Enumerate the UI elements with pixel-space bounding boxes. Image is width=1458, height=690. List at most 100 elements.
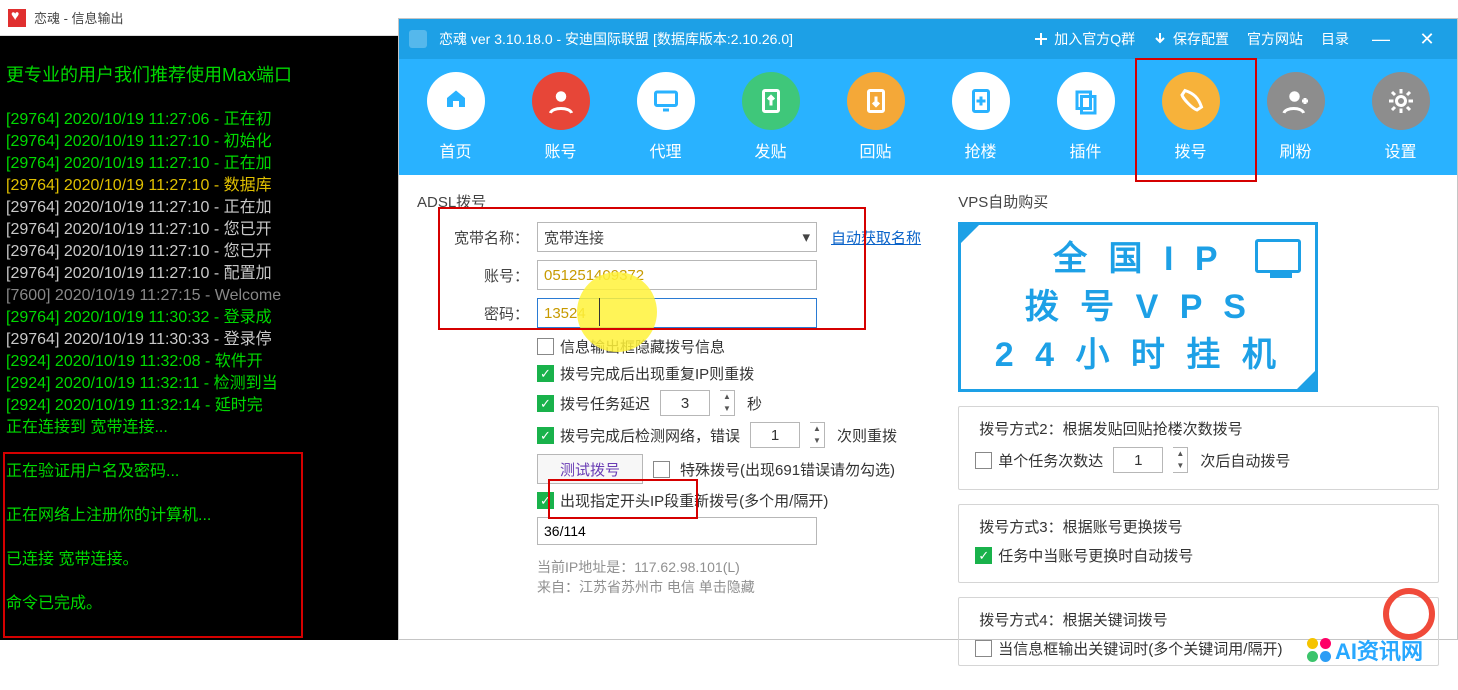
toolbar-gear[interactable]: 设置 [1351,72,1451,162]
auto-get-name-link[interactable]: 自动获取名称 [831,227,921,248]
checkbox-delay[interactable] [537,395,554,412]
vps-pane: VPS自助购买 全 国 I P 拨 号 V P S 2 4 小 时 挂 机 拨号… [958,185,1439,680]
toolbar-label: 插件 [1069,138,1101,162]
gear-icon [1372,72,1430,130]
adsl-section-title: ADSL拨号 [417,191,948,212]
checkbox-method3[interactable] [975,547,992,564]
phone-icon [1162,72,1220,130]
menu-join-qgroup[interactable]: 加入官方Q群 [1028,29,1141,49]
current-ip: 当前IP地址是：117.62.98.101(L) [537,557,948,577]
row-repeat-ip: 拨号完成后出现重复IP则重拨 [537,363,948,384]
toolbar-upload[interactable]: 发贴 [721,72,821,162]
menubar: 恋魂 ver 3.10.18.0 - 安迪国际联盟 [数据库版本:2.10.26… [399,19,1457,59]
row-ipseg: 出现指定开头IP段重新拨号(多个用/隔开) [537,490,948,511]
toolbar-label: 拨号 [1174,138,1206,162]
adsl-pane: ADSL拨号 宽带名称： 宽带连接 ▾ 自动获取名称 账号： 密码： [417,185,948,680]
checkbox-method4[interactable] [975,640,992,657]
text-caret-icon [599,298,600,326]
toolbar-phone[interactable]: 拨号 [1141,72,1241,162]
row-password: 密码： [417,298,948,328]
console-headline: 更专业的用户我们推荐使用Max端口 [6,65,292,85]
console-window: 恋魂 - 信息输出 更专业的用户我们推荐使用Max端口 [29764] 2020… [0,0,398,640]
vps-banner[interactable]: 全 国 I P 拨 号 V P S 2 4 小 时 挂 机 [958,222,1318,392]
user-add-icon [1267,72,1325,130]
row-account: 账号： [417,260,948,290]
red-ring-annotation [1383,588,1435,640]
method2-spinner[interactable]: ▲▼ [1173,447,1188,473]
toolbar-label: 抢楼 [964,138,996,162]
password-label: 密码： [417,303,537,324]
dial-method-2-group: 拨号方式2：根据发贴回贴抢楼次数拨号 单个任务次数达 1▲▼ 次后自动拨号 [958,406,1439,490]
vps-section-title: VPS自助购买 [958,191,1439,212]
dial-method-4-title: 拨号方式4：根据关键词拨号 [975,609,1171,630]
checkbox-ipseg[interactable] [537,492,554,509]
ip-meta: 当前IP地址是：117.62.98.101(L) 来自：江苏省苏州市 电信 单击… [537,557,948,597]
home-icon [427,72,485,130]
test-dial-button[interactable]: 测试拨号 [537,454,643,484]
copy-icon [1057,72,1115,130]
checkbox-repeat-ip[interactable] [537,365,554,382]
minimize-button[interactable]: — [1361,29,1401,50]
console-body: 更专业的用户我们推荐使用Max端口 [29764] 2020/10/19 11:… [0,36,398,623]
row-broadband-name: 宽带名称： 宽带连接 ▾ 自动获取名称 [417,222,948,252]
menu-save-config[interactable]: 保存配置 [1147,29,1235,49]
upload-icon [742,72,800,130]
toolbar-label: 设置 [1384,138,1416,162]
toolbar-label: 代理 [649,138,681,162]
heart-icon [8,9,26,27]
ip-from[interactable]: 来自：江苏省苏州市 电信 单击隐藏 [537,577,948,597]
console-titlebar: 恋魂 - 信息输出 [0,0,398,36]
checkbox-hide-info[interactable] [537,338,554,355]
console-title: 恋魂 - 信息输出 [34,8,124,27]
method2-value[interactable]: 1 [1113,447,1163,473]
chevron-down-icon: ▾ [802,228,810,246]
row-ipseg-input [537,517,948,545]
toolbar-label: 回贴 [859,138,891,162]
dial-method-3-title: 拨号方式3：根据账号更换拨号 [975,516,1186,537]
menu-official-site[interactable]: 官方网站 [1241,29,1309,49]
ipseg-input[interactable] [537,517,817,545]
toolbar-plus-doc[interactable]: 抢楼 [931,72,1031,162]
toolbar-user[interactable]: 账号 [511,72,611,162]
delay-spinner[interactable]: ▲▼ [720,390,735,416]
toolbar-copy[interactable]: 插件 [1036,72,1136,162]
delay-value[interactable]: 3 [660,390,710,416]
toolbar-user-add[interactable]: 刷粉 [1246,72,1346,162]
toolbar-home[interactable]: 首页 [406,72,506,162]
broadband-name-combo[interactable]: 宽带连接 ▾ [537,222,817,252]
toolbar: 首页 账号 代理 发贴 回贴 抢楼 插件 [399,59,1457,175]
watermark: AI资讯网 [1307,634,1423,666]
toolbar-download[interactable]: 回贴 [826,72,926,162]
checkbox-special-dial[interactable] [653,461,670,478]
dial-method-3-group: 拨号方式3：根据账号更换拨号 任务中当账号更换时自动拨号 [958,504,1439,583]
account-input[interactable] [537,260,817,290]
download-icon [847,72,905,130]
toolbar-label: 账号 [544,138,576,162]
toolbar-label: 刷粉 [1279,138,1311,162]
password-input[interactable] [537,298,817,328]
content: ADSL拨号 宽带名称： 宽带连接 ▾ 自动获取名称 账号： 密码： [399,175,1457,690]
broadband-name-label: 宽带名称： [417,227,537,248]
flower-icon [1307,638,1331,662]
dial-method-2-title: 拨号方式2：根据发贴回贴抢楼次数拨号 [975,418,1246,439]
monitor-icon [1255,239,1301,273]
toolbar-monitor[interactable]: 代理 [616,72,716,162]
account-label: 账号： [417,265,537,286]
menu-directory[interactable]: 目录 [1315,29,1355,49]
row-test-dial: 测试拨号 特殊拨号(出现691错误请勿勾选) [537,454,948,484]
plus-doc-icon [952,72,1010,130]
monitor-icon [637,72,695,130]
net-spinner[interactable]: ▲▼ [810,422,825,448]
toolbar-label: 发贴 [754,138,786,162]
close-button[interactable]: ✕ [1407,29,1447,50]
checkbox-net-check[interactable] [537,427,554,444]
row-hide-info: 信息输出框隐藏拨号信息 [537,336,948,357]
toolbar-label: 首页 [439,138,471,162]
checkbox-method2[interactable] [975,452,992,469]
app-icon [409,30,427,48]
app-window: 恋魂 ver 3.10.18.0 - 安迪国际联盟 [数据库版本:2.10.26… [398,18,1458,640]
row-net-check: 拨号完成后检测网络，错误 1▲▼ 次则重拨 [537,422,948,448]
user-icon [532,72,590,130]
net-retry-value[interactable]: 1 [750,422,800,448]
row-delay: 拨号任务延迟 3▲▼ 秒 [537,390,948,416]
